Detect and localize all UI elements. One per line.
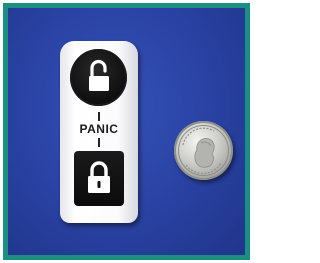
quarter-coin — [174, 121, 233, 180]
lock-button[interactable] — [74, 151, 124, 206]
divider-top — [98, 112, 100, 121]
panic-label: PANIC — [79, 122, 119, 136]
keyfob: PANIC — [60, 41, 138, 223]
unlocked-padlock-icon — [89, 59, 109, 91]
coin-portrait-icon — [178, 125, 229, 176]
divider-bottom — [98, 138, 100, 147]
unlock-button[interactable] — [70, 49, 127, 106]
photo-frame: PANIC — [3, 3, 250, 260]
locked-padlock-icon — [88, 161, 110, 193]
